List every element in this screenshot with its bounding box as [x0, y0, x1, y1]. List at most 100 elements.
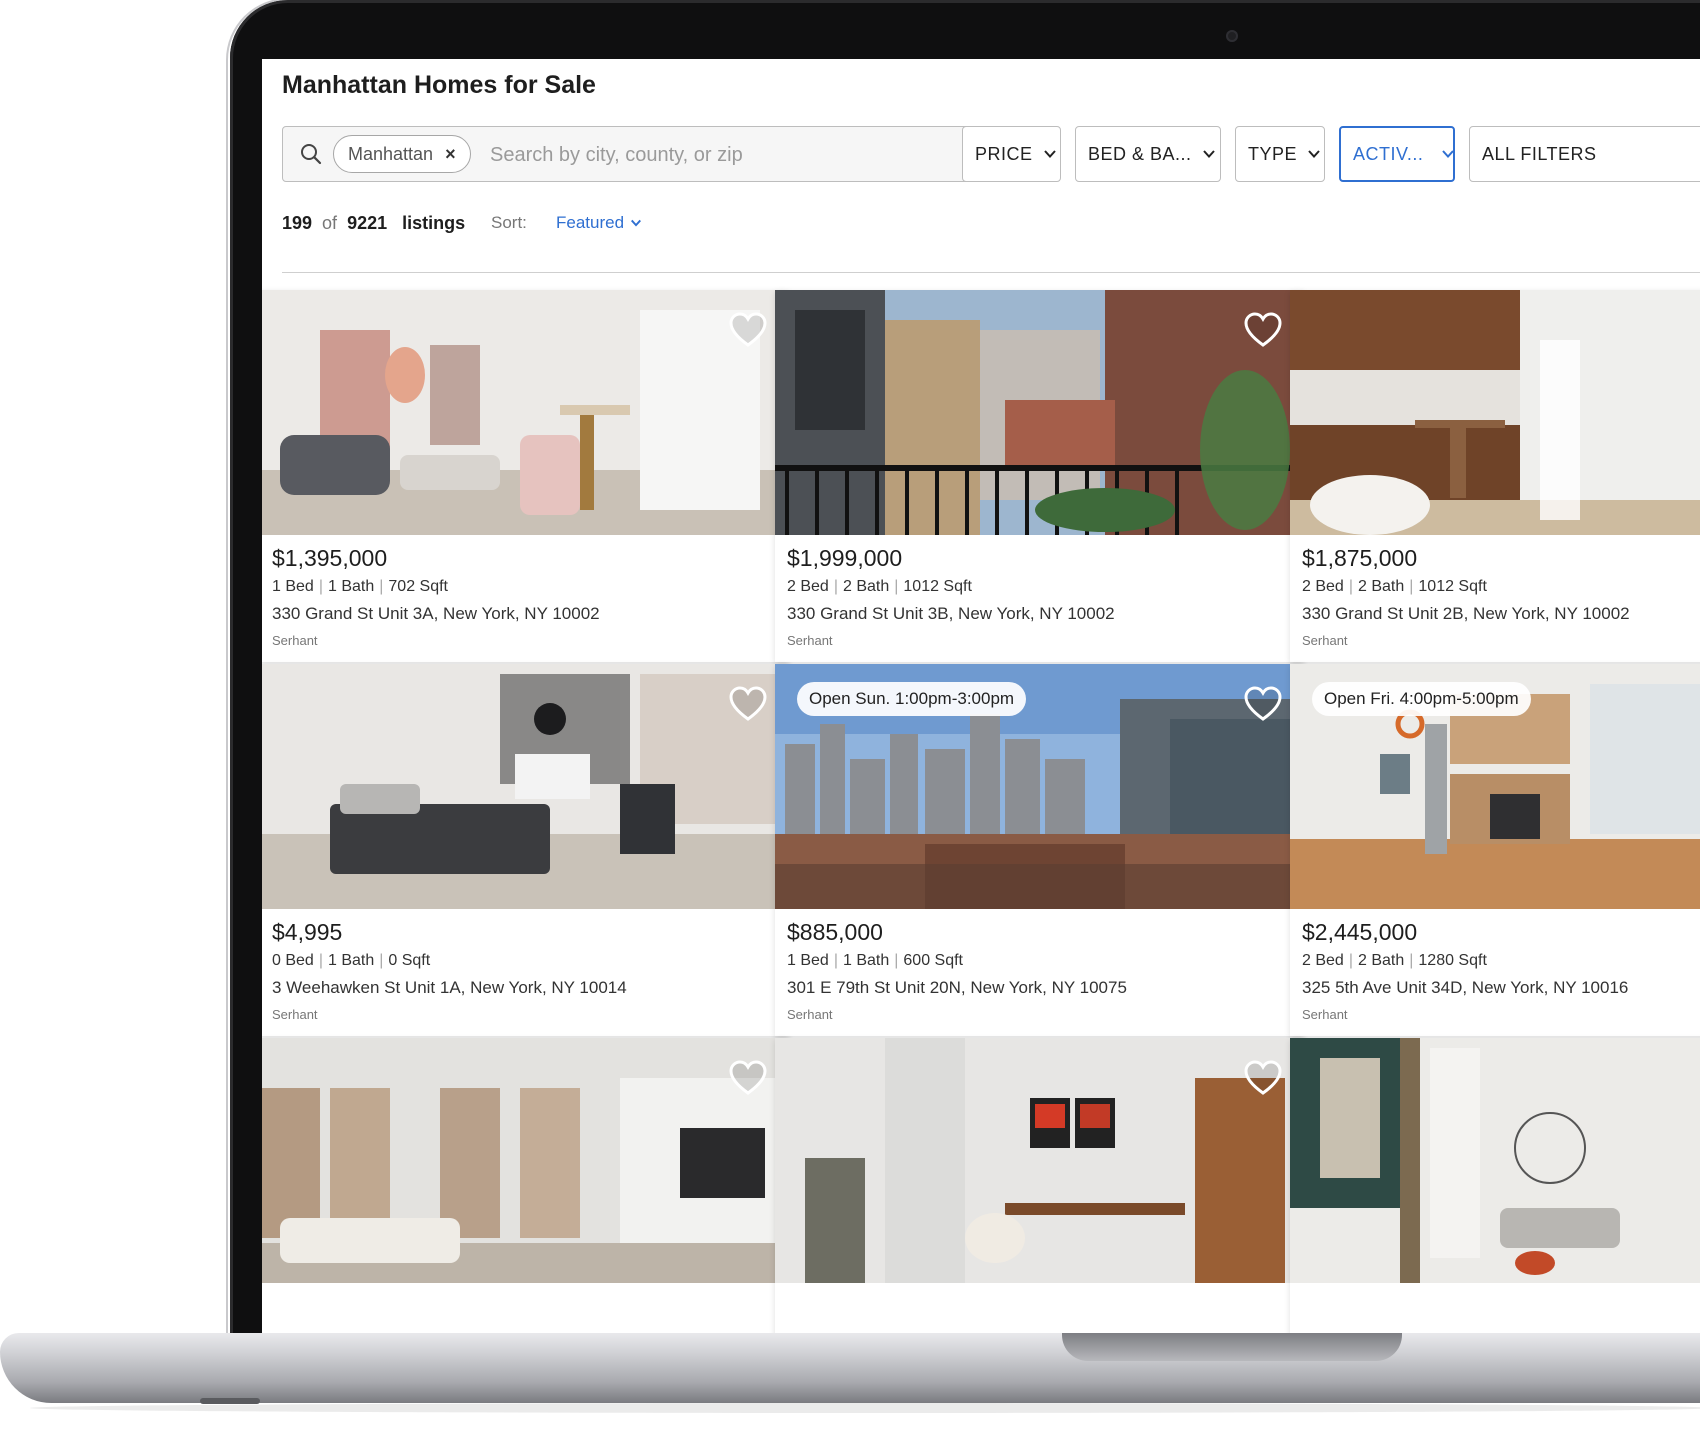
- listing-sqft: 1280 Sqft: [1418, 952, 1487, 969]
- chevron-down-icon: [1043, 150, 1056, 158]
- listing-baths: 2 Bath: [1357, 952, 1405, 969]
- listing-card[interactable]: $1,395,000 1 Bed | 1 Bath | 702 Sqft 330 Gra…: [262, 290, 789, 662]
- listing-sqft: 1012 Sqft: [1418, 578, 1487, 595]
- chevron-down-icon: [631, 219, 642, 227]
- listing-beds: 2 Bed: [1302, 578, 1344, 595]
- sort-value: Featured: [556, 213, 625, 232]
- webcam: [1226, 30, 1238, 42]
- listing-price: $2,445,000: [1302, 919, 1418, 945]
- heart-icon[interactable]: [1244, 686, 1282, 722]
- listing-card[interactable]: $1,999,000 2 Bed | 2 Bath | 1012 Sqft 330 Gr…: [775, 290, 1304, 662]
- listing-beds: 1 Bed: [787, 952, 829, 969]
- listing-beds: 0 Bed: [272, 952, 314, 969]
- listing-price: $1,875,000: [1302, 545, 1418, 571]
- listing-baths: 2 Bath: [842, 578, 890, 595]
- bedroom-photo: [262, 664, 789, 909]
- results-of: of: [322, 213, 338, 233]
- open-house-badge: Open Sun. 1:00pm-3:00pm: [797, 682, 1027, 716]
- listing-facts: 2 Bed | 2 Bath | 1280 Sqft: [1302, 952, 1487, 969]
- search-input[interactable]: [488, 135, 1012, 175]
- listing-facts: 2 Bed | 2 Bath | 1012 Sqft: [787, 578, 972, 595]
- listing-photo[interactable]: [1290, 290, 1700, 535]
- listing-address[interactable]: 301 E 79th St Unit 20N, New York, NY 100…: [787, 978, 1127, 998]
- search-bar[interactable]: Manhattan ×: [282, 126, 1027, 182]
- listing-card[interactable]: $1,875,000 2 Bed | 2 Bath | 1012 Sqft 330 Gr…: [1290, 290, 1700, 662]
- page-title: Manhattan Homes for Sale: [282, 71, 596, 99]
- listing-photo[interactable]: Open Fri. 4:00pm-5:00pm: [1290, 664, 1700, 909]
- listing-sqft: 702 Sqft: [388, 578, 448, 595]
- listing-facts: 1 Bed | 1 Bath | 702 Sqft: [272, 578, 448, 595]
- listing-broker: Serhant: [787, 633, 833, 648]
- close-icon[interactable]: ×: [445, 144, 456, 165]
- loft-living-photo: [262, 1038, 789, 1283]
- sort-label: Sort:: [491, 213, 527, 232]
- listing-facts: 2 Bed | 2 Bath | 1012 Sqft: [1302, 578, 1487, 595]
- location-chip-label: Manhattan: [348, 143, 434, 164]
- listing-facts: 0 Bed | 1 Bath | 0 Sqft: [272, 952, 431, 969]
- heart-icon[interactable]: [1244, 312, 1282, 348]
- listing-baths: 1 Bath: [842, 952, 890, 969]
- results-count: 199 of 9221 listings: [282, 213, 465, 234]
- listing-sqft: 0 Sqft: [388, 952, 431, 969]
- chevron-down-icon: [1202, 150, 1215, 158]
- listing-beds: 1 Bed: [272, 578, 314, 595]
- listing-photo[interactable]: [262, 664, 789, 909]
- listing-facts: 1 Bed | 1 Bath | 600 Sqft: [787, 952, 963, 969]
- filter-bed-bath[interactable]: BED & BA...: [1075, 126, 1221, 182]
- laptop-shadow: [30, 1403, 1700, 1413]
- filter-all-label: ALL FILTERS: [1482, 143, 1597, 164]
- listing-photo[interactable]: [775, 290, 1304, 535]
- heart-icon[interactable]: [729, 1060, 767, 1096]
- heart-icon[interactable]: [729, 686, 767, 722]
- listing-address[interactable]: 325 5th Ave Unit 34D, New York, NY 10016: [1302, 978, 1628, 998]
- listing-broker: Serhant: [787, 1007, 833, 1022]
- listing-price: $4,995: [272, 919, 343, 945]
- listing-photo[interactable]: [775, 1038, 1304, 1283]
- listing-card[interactable]: $4,995 0 Bed | 1 Bath | 0 Sqft 3 Weehawken S…: [262, 664, 789, 1036]
- location-chip: Manhattan ×: [333, 135, 471, 173]
- listing-beds: 2 Bed: [787, 578, 829, 595]
- listing-broker: Serhant: [272, 1007, 318, 1022]
- filter-type-label: TYPE: [1248, 143, 1298, 164]
- listing-price: $1,999,000: [787, 545, 903, 571]
- listing-photo[interactable]: Open Sun. 1:00pm-3:00pm: [775, 664, 1304, 909]
- art-living-photo: [1290, 1038, 1700, 1283]
- listing-card[interactable]: [775, 1038, 1304, 1333]
- listing-baths: 1 Bath: [327, 952, 375, 969]
- listing-price: $885,000: [787, 919, 883, 945]
- living-room-photo: [262, 290, 789, 535]
- listing-sqft: 1012 Sqft: [903, 578, 972, 595]
- heart-icon[interactable]: [1244, 1060, 1282, 1096]
- results-total: 9221: [347, 213, 388, 233]
- filter-price[interactable]: PRICE: [962, 126, 1061, 182]
- listing-sqft: 600 Sqft: [903, 952, 963, 969]
- divider: [282, 272, 1700, 273]
- listing-baths: 2 Bath: [1357, 578, 1405, 595]
- sort-dropdown[interactable]: Featured: [556, 213, 642, 233]
- filter-all[interactable]: ALL FILTERS: [1469, 126, 1700, 182]
- listing-photo[interactable]: [1290, 1038, 1700, 1283]
- search-icon: [301, 144, 322, 165]
- listing-address[interactable]: 330 Grand St Unit 2B, New York, NY 10002: [1302, 604, 1630, 624]
- filter-status-label: ACTIV...: [1353, 143, 1424, 164]
- listing-card[interactable]: Open Sun. 1:00pm-3:00pm $885,000 1 Bed | 1…: [775, 664, 1304, 1036]
- balcony-photo: [775, 290, 1304, 535]
- listing-broker: Serhant: [272, 633, 318, 648]
- listing-address[interactable]: 330 Grand St Unit 3B, New York, NY 10002: [787, 604, 1115, 624]
- listing-photo[interactable]: [262, 1038, 789, 1283]
- filter-price-label: PRICE: [975, 143, 1033, 164]
- chevron-down-icon: [1308, 150, 1320, 158]
- laptop-base: [0, 1333, 1700, 1403]
- listing-address[interactable]: 330 Grand St Unit 3A, New York, NY 10002: [272, 604, 600, 624]
- heart-icon[interactable]: [729, 312, 767, 348]
- listing-price: $1,395,000: [272, 545, 388, 571]
- listing-address[interactable]: 3 Weehawken St Unit 1A, New York, NY 100…: [272, 978, 627, 998]
- listing-photo[interactable]: [262, 290, 789, 535]
- open-house-badge: Open Fri. 4:00pm-5:00pm: [1312, 682, 1531, 716]
- filter-type[interactable]: TYPE: [1235, 126, 1325, 182]
- listing-card[interactable]: Open Fri. 4:00pm-5:00pm $2,445,000 2 Bed…: [1290, 664, 1700, 1036]
- filter-status[interactable]: ACTIV...: [1339, 126, 1455, 182]
- listing-broker: Serhant: [1302, 1007, 1348, 1022]
- listing-card[interactable]: [262, 1038, 789, 1333]
- listing-card[interactable]: [1290, 1038, 1700, 1333]
